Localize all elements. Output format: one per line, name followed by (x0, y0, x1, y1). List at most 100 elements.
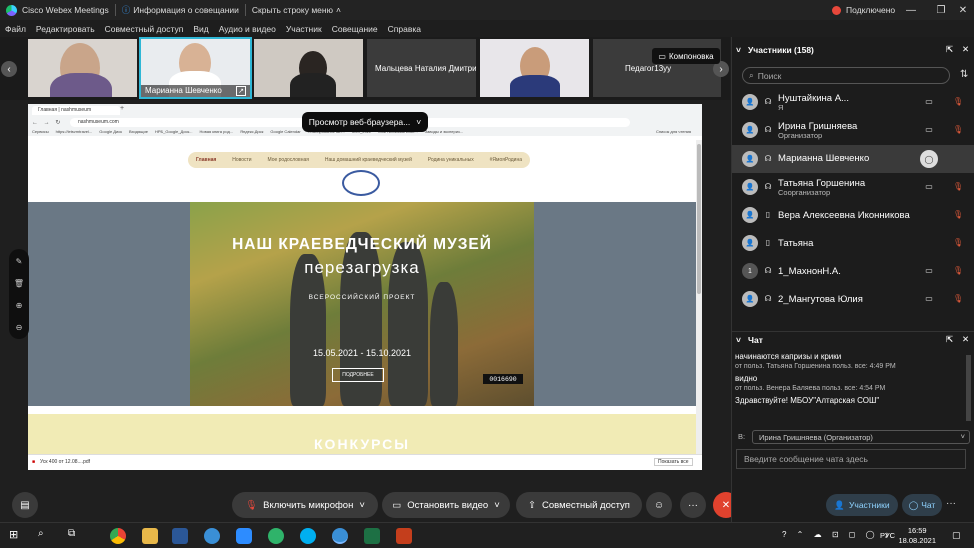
zoom-in-icon[interactable]: ⊕ (13, 301, 25, 313)
chevron-down-icon: ˅ (359, 499, 365, 511)
participant-row[interactable]: 1 ☊ 1_МахнонН.А. ▭ 🎙 (732, 257, 974, 285)
chat-input[interactable]: Введите сообщение чата здесь (736, 449, 966, 469)
participant-row[interactable]: 👤 ☊ Нуштайкина А... Я ▭ 🎙 (732, 88, 974, 116)
video-tile[interactable] (480, 39, 589, 97)
smile-icon: ☺ (653, 499, 665, 511)
phone-icon: ▯ (765, 238, 771, 247)
word-icon[interactable] (172, 528, 188, 544)
avatar-icon: 👤 (742, 179, 758, 195)
browser-view-dropdown[interactable]: Просмотр веб-браузера... ˅ (302, 112, 428, 132)
system-clock[interactable]: 16:59 18.08.2021 (898, 526, 936, 546)
chat-scrollbar[interactable] (966, 355, 971, 421)
headset-icon: ☊ (764, 294, 772, 303)
stop-video-button[interactable]: ▭ Остановить видео ˅ (382, 492, 510, 518)
menu-meeting[interactable]: Совещание (327, 24, 383, 34)
video-tile[interactable] (28, 39, 137, 97)
close-panel-icon[interactable]: ✕ (962, 44, 969, 55)
mic-muted-icon: 🎙 (953, 182, 964, 191)
menu-file[interactable]: Файл (0, 24, 31, 34)
webex-icon[interactable] (204, 528, 220, 544)
participant-row[interactable]: 👤 ▯ Вера Алексеевна Иконникова 🎙 (732, 201, 974, 229)
site-logo (342, 170, 380, 196)
minimize-button[interactable]: — (896, 0, 926, 20)
participant-row[interactable]: 👤 ▯ Татьяна 🎙 (732, 229, 974, 257)
annotate-icon[interactable]: ✎ (13, 257, 25, 269)
chrome-icon[interactable] (110, 528, 126, 544)
video-tile[interactable] (254, 39, 363, 97)
captions-icon: ▤ (20, 499, 30, 511)
participants-toggle-button[interactable]: 👤 Участники (826, 494, 898, 516)
zoom-out-icon[interactable]: ⊖ (13, 323, 25, 335)
video-strip: ‹ Марианна Шевченко ↗ Мальцева Наталия Д… (0, 37, 730, 100)
shared-screen: Главная | nashmuseum + ← → ↻ nashmuseum.… (28, 104, 702, 470)
windows-taskbar: ⊞ ⌕ ⧉ ? ⌃ ☁ ⊡ ◻ ◯ ♪ РУС 16:59 18.08.2021… (0, 522, 974, 548)
menu-audio-video[interactable]: Аудио и видео (214, 24, 281, 34)
mic-muted-icon: 🎙 (953, 210, 964, 219)
mic-muted-icon: 🎙 (953, 238, 964, 247)
video-icon: ▭ (925, 125, 933, 134)
chevron-up-icon: ˄ (335, 5, 341, 15)
skype-icon[interactable] (300, 528, 316, 544)
trash-icon[interactable]: 🗑 (13, 279, 25, 291)
menu-participant[interactable]: Участник (281, 24, 327, 34)
share-icon: ⇪ (528, 499, 536, 511)
notifications-icon[interactable]: ▢ (952, 530, 961, 541)
share-button[interactable]: ⇪ Совместный доступ (516, 492, 642, 518)
windows-start-icon[interactable]: ⊞ (9, 528, 25, 544)
meeting-info-button[interactable]: ⓘ Информация о совещании (116, 0, 245, 20)
menu-help[interactable]: Справка (383, 24, 426, 34)
close-window-button[interactable]: ✕ (948, 0, 974, 20)
video-icon: ▭ (925, 294, 933, 303)
reactions-button[interactable]: ☺ (646, 492, 672, 518)
video-icon: ▭ (925, 97, 933, 106)
avatar-icon: 👤 (742, 291, 758, 307)
strip-prev-button[interactable]: ‹ (1, 61, 17, 77)
webex-meetings-icon[interactable] (332, 528, 348, 544)
chevron-down-icon: ˅ (494, 499, 500, 511)
participant-row[interactable]: 👤 ☊ Ирина Гришняева Организатор ▭ 🎙 (732, 116, 974, 144)
video-tile[interactable]: Мальцева Наталия Дмитри... (367, 39, 476, 97)
menu-view[interactable]: Вид (188, 24, 213, 34)
mic-muted-icon: 🎙 (953, 97, 964, 106)
chat-recipient-select[interactable]: Ирина Гришняева (Организатор) ˅ (752, 430, 970, 444)
popout-icon[interactable]: ⇱ (946, 44, 953, 55)
chat-toggle-button[interactable]: ◯ Чат (902, 494, 942, 516)
unmute-button[interactable]: 🎙 Включить микрофон ˅ (232, 492, 378, 518)
powerpoint-icon[interactable] (396, 528, 412, 544)
search-icon[interactable]: ⌕ (38, 528, 54, 544)
close-panel-icon[interactable]: ✕ (962, 334, 969, 345)
folder-icon[interactable] (142, 528, 158, 544)
layout-button[interactable]: ▭ Компоновка (652, 48, 720, 64)
more-options-button[interactable]: ··· (680, 492, 706, 518)
participants-search[interactable]: ⌕ Поиск (742, 67, 950, 84)
participant-row[interactable]: 👤 ☊ Татьяна Горшенина Соорганизатор ▭ 🎙 (732, 173, 974, 201)
tray-icons[interactable]: ? ⌃ ☁ ⊡ ◻ ◯ ♪ (782, 530, 893, 539)
excel-icon[interactable] (364, 528, 380, 544)
menu-share[interactable]: Совместный доступ (100, 24, 189, 34)
browser-nav-icons: ← → ↻ (32, 120, 63, 126)
app-icon[interactable] (268, 528, 284, 544)
popout-icon[interactable]: ⇱ (946, 334, 953, 345)
participant-row-selected[interactable]: 👤 ☊ Марианна Шевченко ◯ (732, 145, 974, 173)
connection-icon (832, 5, 841, 15)
hide-menu-bar-button[interactable]: Скрыть строку меню ˄ (246, 0, 347, 20)
video-tile-active[interactable]: Марианна Шевченко ↗ (139, 37, 252, 99)
task-view-icon[interactable]: ⧉ (68, 528, 84, 544)
menu-edit[interactable]: Редактировать (31, 24, 100, 34)
sort-icon[interactable]: ⇅ (960, 69, 968, 80)
avatar-icon: 👤 (742, 94, 758, 110)
zoom-icon[interactable] (236, 528, 252, 544)
webex-logo-icon (6, 4, 17, 16)
headset-icon: ☊ (764, 125, 772, 134)
participant-row[interactable]: 👤 ☊ 2_Мангутова Юлия ▭ 🎙 (732, 285, 974, 313)
chat-header: ˅ Чат ⇱ ✕ (732, 331, 974, 347)
chevron-down-icon[interactable]: ˅ (736, 335, 741, 345)
avatar-initial: 1 (742, 263, 758, 279)
more-icon[interactable]: ··· (946, 498, 956, 509)
chevron-down-icon[interactable]: ˅ (736, 45, 741, 55)
site-nav: Главная Новости Мое родословная Наш дома… (188, 152, 530, 168)
chat-bubble-icon[interactable]: ◯ (920, 150, 938, 168)
captions-button[interactable]: ▤ (12, 492, 38, 518)
title-bar: Cisco Webex Meetings ⓘ Информация о сове… (0, 0, 974, 20)
language-indicator[interactable]: РУС (880, 531, 895, 540)
